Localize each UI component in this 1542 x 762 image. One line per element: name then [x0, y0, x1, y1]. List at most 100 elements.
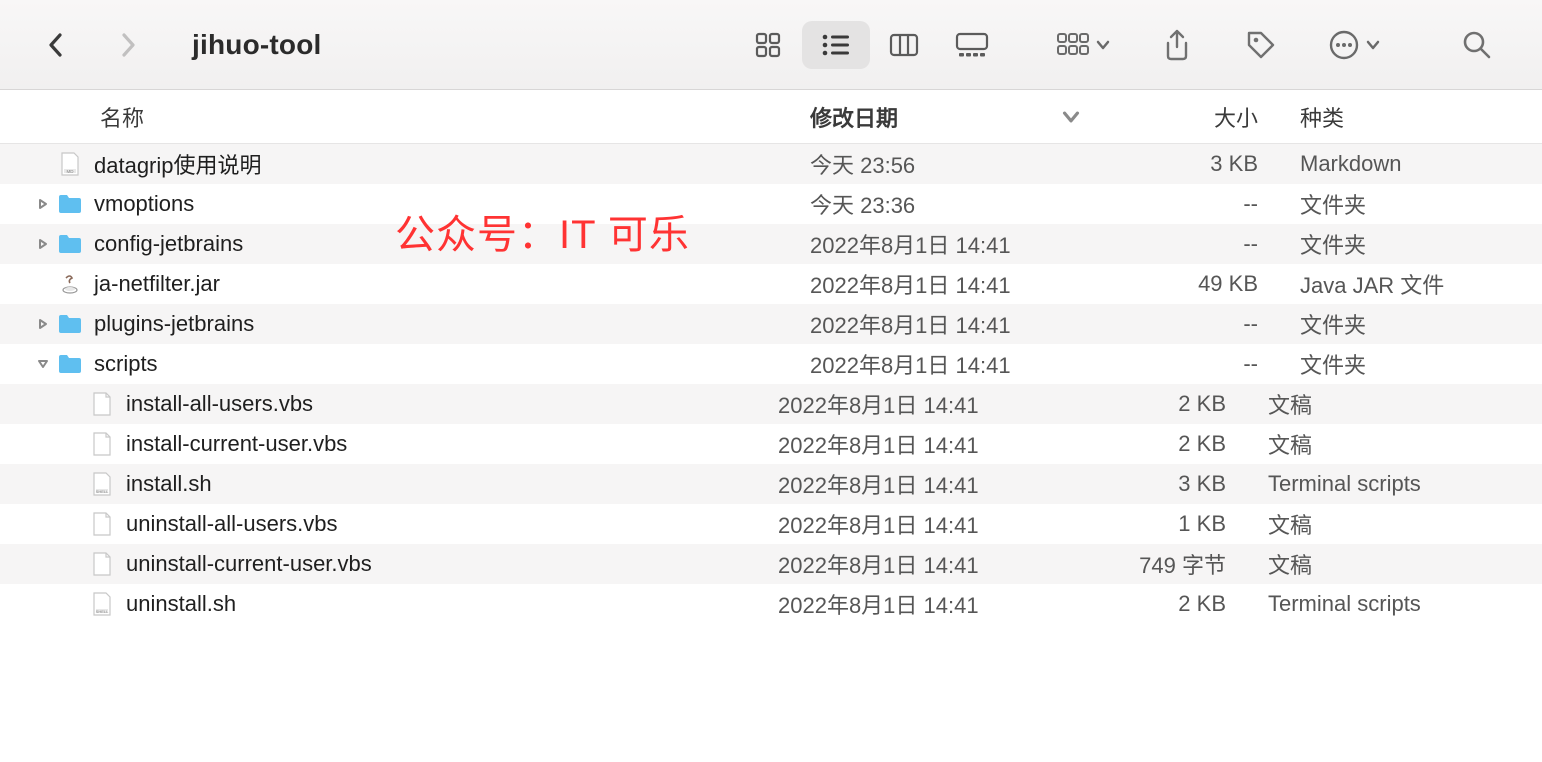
column-header-kind[interactable]: 种类 — [1280, 101, 1542, 133]
group-by-button[interactable] — [1056, 31, 1110, 59]
column-header-date[interactable]: 修改日期 — [800, 101, 1100, 133]
view-gallery-button[interactable] — [938, 21, 1006, 69]
name-cell: uninstall-current-user.vbs — [30, 550, 768, 578]
forward-button[interactable] — [118, 27, 140, 63]
chevron-down-icon — [1366, 38, 1380, 52]
name-cell: scripts — [30, 350, 800, 378]
file-row[interactable]: uninstall-all-users.vbs2022年8月1日 14:411 … — [0, 504, 1542, 544]
file-row[interactable]: vmoptions今天 23:36--文件夹 — [0, 184, 1542, 224]
size-cell: 2 KB — [1068, 391, 1248, 417]
sort-descending-icon — [1062, 108, 1080, 126]
file-row[interactable]: uninstall-current-user.vbs 2022年8月1日 14:4… — [0, 544, 1542, 584]
size-cell: 3 KB — [1100, 151, 1280, 177]
kind-cell: 文稿 — [1248, 388, 1542, 420]
date-cell: 2022年8月1日 14:41 — [768, 468, 1068, 500]
size-cell: 2 KB — [1068, 431, 1248, 457]
name-cell: SHELL install.sh — [30, 470, 768, 498]
svg-text:SHELL: SHELL — [96, 609, 109, 614]
size-cell: 49 KB — [1100, 271, 1280, 297]
nav-arrows — [44, 27, 140, 63]
tags-button[interactable] — [1244, 28, 1278, 62]
size-cell: -- — [1100, 191, 1280, 217]
file-row[interactable]: scripts2022年8月1日 14:41--文件夹 — [0, 344, 1542, 384]
disclosure-triangle[interactable] — [30, 358, 56, 370]
shell-icon: SHELL — [88, 470, 116, 498]
window-title: jihuo-tool — [192, 29, 322, 61]
file-name: uninstall.sh — [126, 591, 236, 617]
column-headers: 名称 修改日期 大小 种类 — [0, 90, 1542, 144]
folder-icon — [56, 190, 84, 218]
file-row[interactable]: MD datagrip使用说明 今天 23:563 KBMarkdown — [0, 144, 1542, 184]
name-cell: vmoptions — [30, 190, 800, 218]
date-cell: 2022年8月1日 14:41 — [800, 308, 1100, 340]
toolbar: jihuo-tool — [0, 0, 1542, 90]
md-icon: MD — [56, 150, 84, 178]
doc-icon — [88, 550, 116, 578]
view-switcher — [734, 21, 1006, 69]
file-name: install-current-user.vbs — [126, 431, 347, 457]
doc-icon — [88, 510, 116, 538]
size-cell: -- — [1100, 311, 1280, 337]
file-row[interactable]: SHELLinstall.sh2022年8月1日 14:413 KBTermin… — [0, 464, 1542, 504]
disclosure-triangle[interactable] — [30, 198, 56, 210]
file-row[interactable]: config-jetbrains 2022年8月1日 14:41--文件夹 — [0, 224, 1542, 264]
kind-cell: 文稿 — [1248, 548, 1542, 580]
size-cell: 2 KB — [1068, 591, 1248, 617]
date-cell: 今天 23:36 — [800, 188, 1100, 220]
more-actions-button[interactable] — [1328, 29, 1380, 61]
file-row[interactable]: plugins-jetbrains 2022年8月1日 14:41--文件夹 — [0, 304, 1542, 344]
date-cell: 2022年8月1日 14:41 — [800, 228, 1100, 260]
file-name: install-all-users.vbs — [126, 391, 313, 417]
file-name: install.sh — [126, 471, 212, 497]
kind-cell: Markdown — [1280, 151, 1542, 177]
name-cell: SHELL uninstall.sh — [30, 590, 768, 618]
folder-icon — [56, 350, 84, 378]
date-cell: 2022年8月1日 14:41 — [800, 348, 1100, 380]
name-cell: uninstall-all-users.vbs — [30, 510, 768, 538]
file-listing: 公众号：IT 可乐 MDdatagrip使用说明今天 23:563 KBMark… — [0, 144, 1542, 624]
file-row[interactable]: ja-netfilter.jar 2022年8月1日 14:4149 KBJava… — [0, 264, 1542, 304]
file-row[interactable]: SHELL uninstall.sh 2022年8月1日 14:412 KBTerm… — [0, 584, 1542, 624]
date-cell: 今天 23:56 — [800, 148, 1100, 180]
disclosure-triangle[interactable] — [30, 238, 56, 250]
view-icons-button[interactable] — [734, 21, 802, 69]
file-name: ja-netfilter.jar — [94, 271, 220, 297]
size-cell: -- — [1100, 231, 1280, 257]
name-cell: install-current-user.vbs — [30, 430, 768, 458]
file-name: scripts — [94, 351, 158, 377]
kind-cell: Java JAR 文件 — [1280, 268, 1542, 300]
date-cell: 2022年8月1日 14:41 — [800, 268, 1100, 300]
kind-cell: 文件夹 — [1280, 308, 1542, 340]
name-cell: ja-netfilter.jar — [30, 270, 800, 298]
view-list-button[interactable] — [802, 21, 870, 69]
size-cell: -- — [1100, 351, 1280, 377]
share-button[interactable] — [1160, 28, 1194, 62]
date-cell: 2022年8月1日 14:41 — [768, 588, 1068, 620]
folder-icon — [56, 310, 84, 338]
file-row[interactable]: install-all-users.vbs 2022年8月1日 14:412 KB… — [0, 384, 1542, 424]
search-button[interactable] — [1460, 28, 1494, 62]
file-name: uninstall-current-user.vbs — [126, 551, 372, 577]
name-cell: install-all-users.vbs — [30, 390, 768, 418]
date-cell: 2022年8月1日 14:41 — [768, 388, 1068, 420]
column-header-date-label: 修改日期 — [810, 101, 898, 133]
column-header-name[interactable]: 名称 — [0, 101, 800, 133]
doc-icon — [88, 430, 116, 458]
toolbar-actions — [1056, 28, 1380, 62]
file-name: uninstall-all-users.vbs — [126, 511, 338, 537]
view-columns-button[interactable] — [870, 21, 938, 69]
file-row[interactable]: install-current-user.vbs2022年8月1日 14:412… — [0, 424, 1542, 464]
column-header-size[interactable]: 大小 — [1100, 101, 1280, 133]
size-cell: 1 KB — [1068, 511, 1248, 537]
file-name: plugins-jetbrains — [94, 311, 254, 337]
date-cell: 2022年8月1日 14:41 — [768, 548, 1068, 580]
kind-cell: 文件夹 — [1280, 188, 1542, 220]
file-name: datagrip使用说明 — [94, 148, 262, 180]
kind-cell: 文件夹 — [1280, 228, 1542, 260]
disclosure-triangle[interactable] — [30, 318, 56, 330]
file-name: config-jetbrains — [94, 231, 243, 257]
name-cell: config-jetbrains — [30, 230, 800, 258]
kind-cell: Terminal scripts — [1248, 591, 1542, 617]
back-button[interactable] — [44, 27, 66, 63]
folder-icon — [56, 230, 84, 258]
